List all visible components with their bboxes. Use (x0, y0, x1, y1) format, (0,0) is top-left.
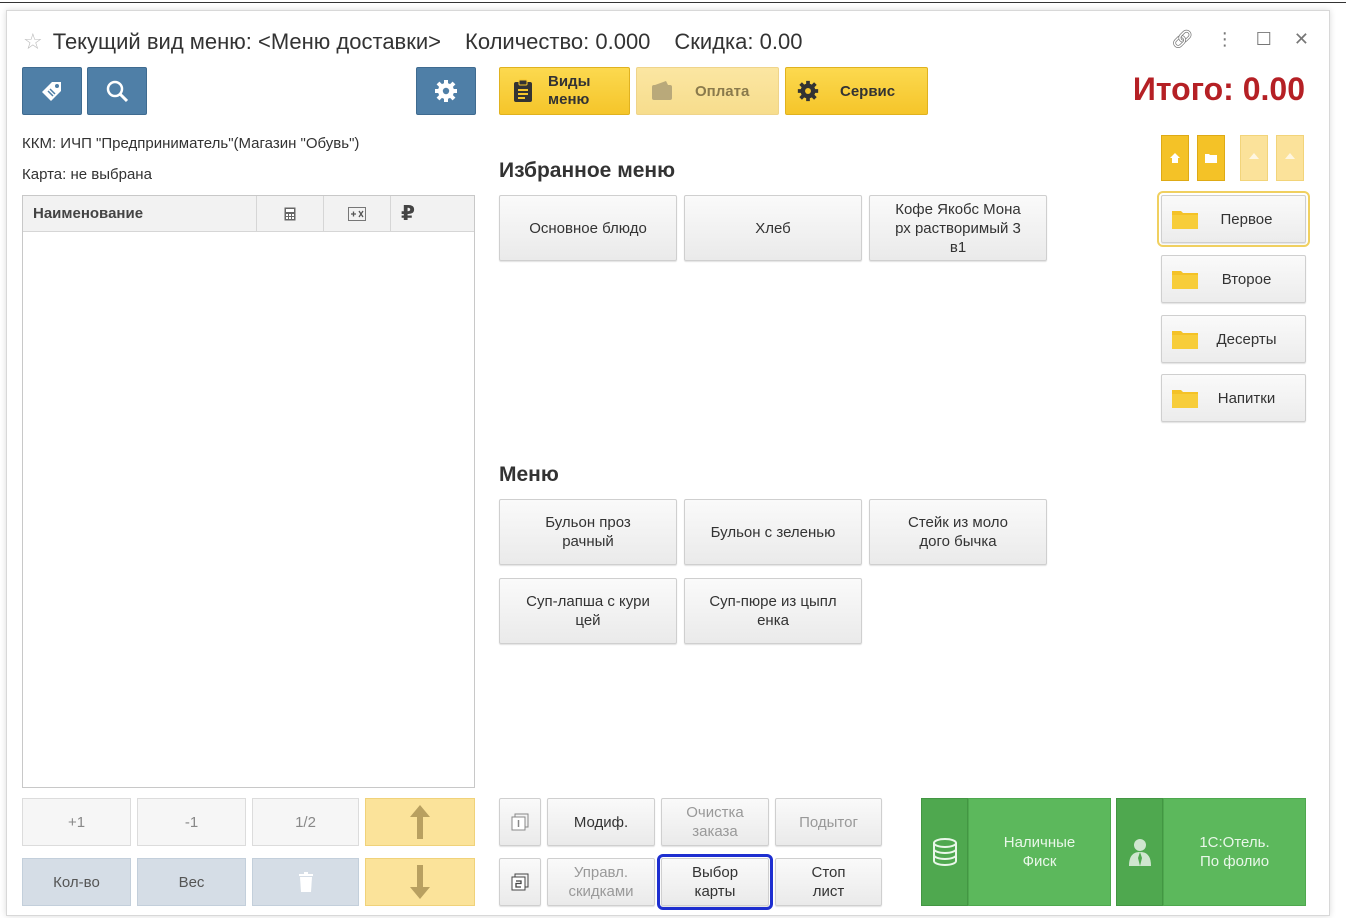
discount-column-icon (348, 206, 366, 221)
stop-list-button[interactable]: Стоп лист (775, 858, 882, 906)
maximize-icon[interactable]: ☐ (1256, 29, 1272, 50)
page-two-icon (511, 873, 529, 891)
weight-button[interactable]: Вес (137, 858, 246, 906)
category-label: Десерты (1216, 330, 1277, 348)
folder-icon (1172, 331, 1198, 349)
person-icon (1128, 839, 1151, 866)
favorite-item[interactable]: Основное блюдо (499, 195, 677, 261)
search-button[interactable] (87, 67, 147, 115)
gear-icon (435, 80, 457, 102)
search-icon (106, 80, 129, 103)
up-folder-button[interactable] (1197, 135, 1225, 181)
top-border (0, 2, 1346, 3)
more-icon[interactable]: ⋮ (1216, 29, 1234, 50)
settings-button[interactable] (416, 67, 476, 115)
favorite-star-icon[interactable]: ☆ (23, 29, 43, 55)
trash-icon (298, 872, 313, 892)
column-sum[interactable]: ₽ (391, 196, 474, 231)
menu-types-label: Виды меню (548, 73, 591, 108)
clear-order-button[interactable]: Очистка заказа (661, 798, 769, 846)
menu-view-title: Текущий вид меню: <Меню доставки> (52, 29, 441, 54)
delete-button[interactable] (252, 858, 359, 906)
hotel-icon-button[interactable] (1116, 798, 1163, 906)
minus-one-button[interactable]: -1 (137, 798, 246, 846)
folder-icon (1172, 211, 1198, 229)
prev-page-button[interactable] (1240, 135, 1268, 181)
discount-title: Скидка: 0.00 (674, 29, 803, 54)
total-amount: Итого: 0.00 (1132, 71, 1305, 107)
category-label: Первое (1220, 210, 1273, 228)
arrow-down-icon (410, 865, 430, 899)
page-one-icon (511, 813, 529, 831)
card-select-button[interactable]: Выбор карты (657, 854, 773, 910)
column-name[interactable]: Наименование (23, 196, 257, 231)
move-down-button[interactable] (365, 858, 475, 906)
home-icon (1170, 153, 1180, 163)
gear-icon (797, 80, 819, 102)
close-icon[interactable]: ✕ (1294, 29, 1309, 50)
menu-types-button[interactable]: Виды меню (499, 67, 630, 115)
service-button[interactable]: Сервис (785, 67, 928, 115)
card-info: Карта: не выбрана (22, 166, 152, 183)
category-second[interactable]: Второе (1161, 255, 1306, 303)
page-one-button[interactable] (499, 798, 541, 846)
folder-icon (1172, 271, 1198, 289)
category-label: Напитки (1217, 389, 1276, 407)
quantity-button[interactable]: Кол-во (22, 858, 131, 906)
folder-up-icon (1205, 154, 1217, 163)
category-drinks[interactable]: Напитки (1161, 374, 1306, 422)
wallet-icon (652, 81, 672, 100)
subtotal-button[interactable]: Подытог (775, 798, 882, 846)
main-window: ☆ Текущий вид меню: <Меню доставки> Коли… (6, 10, 1330, 916)
favorite-item[interactable]: Кофе Якобс Мона рх растворимый 3 в1 (869, 195, 1047, 261)
move-up-button[interactable] (365, 798, 475, 846)
next-page-button[interactable] (1276, 135, 1304, 181)
arrow-up-icon (410, 805, 430, 839)
arrow-up-icon (1249, 153, 1259, 159)
favorite-item[interactable]: Хлеб (684, 195, 862, 261)
favorites-title: Избранное меню (499, 159, 676, 182)
menu-item[interactable]: Суп-лапша с кури цей (499, 578, 677, 644)
half-button[interactable]: 1/2 (252, 798, 359, 846)
calculator-icon (284, 207, 296, 220)
discount-management-button[interactable]: Управл. скидками (547, 858, 655, 906)
folder-icon (1172, 390, 1198, 408)
hotel-folio-button[interactable]: 1С:Отель. По фолио (1163, 798, 1306, 906)
column-discount[interactable] (324, 196, 391, 231)
clipboard-icon (514, 79, 532, 102)
service-label: Сервис (840, 82, 896, 100)
coins-icon (932, 838, 957, 866)
table-header: Наименование ₽ (23, 196, 474, 232)
plus-one-button[interactable]: +1 (22, 798, 131, 846)
arrow-up-icon (1285, 153, 1295, 159)
category-desserts[interactable]: Десерты (1161, 315, 1306, 363)
order-table[interactable]: Наименование ₽ (22, 195, 475, 788)
window-controls: 🔗︎ ⋮ ☐ ✕ (1171, 29, 1309, 50)
tag-icon (42, 82, 61, 101)
menu-item[interactable]: Суп-пюре из цыпл енка (684, 578, 862, 644)
cash-fiscal-button[interactable]: Наличные Фиск (968, 798, 1111, 906)
link-icon[interactable]: 🔗︎ (1171, 29, 1194, 50)
menu-item[interactable]: Бульон с зеленью (684, 499, 862, 565)
payment-label: Оплата (695, 82, 750, 100)
payment-button[interactable]: Оплата (636, 67, 779, 115)
title-bar: ☆ Текущий вид меню: <Меню доставки> Коли… (23, 27, 826, 57)
column-quantity[interactable] (257, 196, 324, 231)
page-two-button[interactable] (499, 858, 541, 906)
menu-title: Меню (499, 463, 559, 486)
menu-item[interactable]: Бульон проз рачный (499, 499, 677, 565)
modifier-button[interactable]: Модиф. (547, 798, 655, 846)
category-label: Второе (1221, 270, 1272, 288)
home-button[interactable] (1161, 135, 1189, 181)
kkm-info: ККМ: ИЧП "Предприниматель"(Магазин "Обув… (22, 135, 360, 152)
menu-item[interactable]: Стейк из моло дого бычка (869, 499, 1047, 565)
quantity-title: Количество: 0.000 (465, 29, 651, 54)
cash-icon-button[interactable] (921, 798, 968, 906)
tag-button[interactable] (22, 67, 82, 115)
category-first[interactable]: Первое (1157, 191, 1310, 247)
